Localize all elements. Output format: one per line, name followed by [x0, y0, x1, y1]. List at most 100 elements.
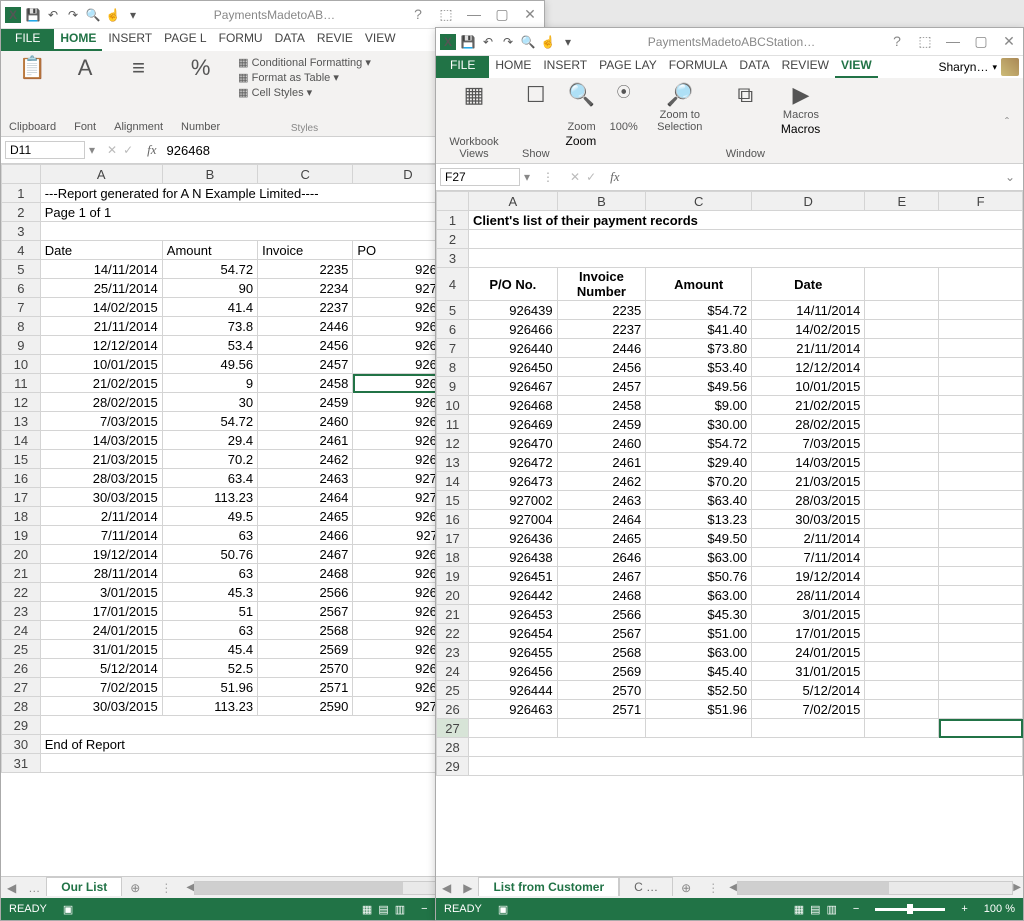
page-layout-view-icon[interactable]: ▤: [378, 903, 388, 916]
sheet-tab-active[interactable]: Our List: [46, 877, 122, 896]
save-icon[interactable]: 💾: [25, 7, 41, 23]
workbook-views-button[interactable]: ▦ Workbook Views: [442, 82, 506, 161]
qat-more-icon[interactable]: ▾: [125, 7, 141, 23]
redo-icon[interactable]: ↷: [500, 34, 516, 50]
table-row[interactable]: 269264632571$51.967/02/2015: [437, 700, 1023, 719]
percent-icon[interactable]: %: [191, 55, 211, 81]
group-font[interactable]: A Font: [72, 55, 98, 134]
qat-more-icon[interactable]: ▾: [560, 34, 576, 50]
table-row[interactable]: 189264382646$63.007/11/2014: [437, 548, 1023, 567]
macros-button[interactable]: ▶ Macros: [781, 82, 821, 122]
table-row[interactable]: 199264512467$50.7619/12/2014: [437, 567, 1023, 586]
file-tab[interactable]: FILE: [1, 29, 54, 51]
table-row[interactable]: 169270042464$13.2330/03/2015: [437, 510, 1023, 529]
zoom-selection-button[interactable]: 🔎 Zoom to Selection: [650, 82, 710, 134]
tab-page-layout[interactable]: PAGE LAY: [593, 56, 663, 78]
tab-view[interactable]: VIEW: [359, 29, 402, 51]
tab-view[interactable]: VIEW: [835, 56, 878, 78]
sheet-nav-prev-icon[interactable]: ◀: [1, 881, 22, 895]
tab-home[interactable]: HOME: [54, 29, 102, 51]
table-row[interactable]: 119264692459$30.0028/02/2015: [437, 415, 1023, 434]
table-row[interactable]: 259264442570$52.505/12/2014: [437, 681, 1023, 700]
fx-icon[interactable]: fx: [604, 169, 625, 185]
collapse-ribbon-icon[interactable]: ˆ: [997, 115, 1017, 129]
format-as-table-button[interactable]: ▦ Format as Table ▾: [238, 70, 339, 85]
client-title[interactable]: Client's list of their payment records: [469, 211, 1023, 230]
preview-icon[interactable]: 🔍: [520, 34, 536, 50]
fx-icon[interactable]: fx: [141, 142, 162, 158]
maximize-icon[interactable]: ▢: [971, 33, 991, 50]
expand-formula-icon[interactable]: ⌄: [1001, 170, 1019, 184]
touch-icon[interactable]: ☝: [540, 34, 556, 50]
tab-review[interactable]: REVIEW: [776, 56, 835, 78]
cancel-icon[interactable]: ✕: [107, 143, 117, 157]
table-row[interactable]: 139264722461$29.4014/03/2015: [437, 453, 1023, 472]
close-icon[interactable]: ✕: [520, 6, 540, 23]
table-row[interactable]: 69264662237$41.4014/02/2015: [437, 320, 1023, 339]
tab-insert[interactable]: INSERT: [537, 56, 593, 78]
redo-icon[interactable]: ↷: [65, 7, 81, 23]
sheet-tab-active[interactable]: List from Customer: [478, 877, 619, 896]
conditional-formatting-button[interactable]: ▦ Conditional Formatting ▾: [238, 55, 371, 70]
table-row[interactable]: 179264362465$49.502/11/2014: [437, 529, 1023, 548]
window-button[interactable]: ⧉ Window: [724, 82, 767, 161]
page-break-view-icon[interactable]: ▥: [827, 903, 837, 916]
zoom-out-icon[interactable]: −: [421, 903, 427, 915]
sheet-nav-next-icon[interactable]: ▶: [457, 881, 478, 895]
cancel-icon[interactable]: ✕: [570, 170, 580, 184]
zoom-slider[interactable]: [875, 908, 945, 911]
user-account[interactable]: Sharyn…▾: [934, 56, 1023, 78]
zoom-in-icon[interactable]: +: [961, 903, 967, 915]
ribbon-display-icon[interactable]: ⬚: [436, 6, 456, 23]
show-button[interactable]: ☐ Show: [520, 82, 552, 161]
font-icon[interactable]: A: [78, 55, 93, 81]
tab-data[interactable]: DATA: [269, 29, 311, 51]
sheet-nav-more-icon[interactable]: …: [22, 881, 46, 895]
table-row[interactable]: 109264682458$9.0021/02/2015: [437, 396, 1023, 415]
group-alignment[interactable]: ≡ Alignment: [112, 55, 165, 134]
zoom-button[interactable]: 🔍 Zoom: [566, 82, 598, 134]
macro-record-icon[interactable]: ▣: [498, 903, 508, 916]
zoom-100-button[interactable]: ⦿ 100%: [608, 82, 640, 134]
formula-input[interactable]: [626, 169, 1001, 186]
undo-icon[interactable]: ↶: [45, 7, 61, 23]
page-layout-view-icon[interactable]: ▤: [810, 903, 820, 916]
minimize-icon[interactable]: —: [464, 6, 484, 23]
enter-icon[interactable]: ✓: [123, 143, 133, 157]
table-row[interactable]: 229264542567$51.0017/01/2015: [437, 624, 1023, 643]
table-row[interactable]: 99264672457$49.5610/01/2015: [437, 377, 1023, 396]
minimize-icon[interactable]: —: [943, 33, 963, 50]
close-icon[interactable]: ✕: [999, 33, 1019, 50]
table-row[interactable]: 249264562569$45.4031/01/2015: [437, 662, 1023, 681]
file-tab[interactable]: FILE: [436, 56, 489, 78]
table-row[interactable]: 149264732462$70.2021/03/2015: [437, 472, 1023, 491]
normal-view-icon[interactable]: ▦: [794, 903, 804, 916]
zoom-out-icon[interactable]: −: [853, 903, 859, 915]
tab-review[interactable]: REVIE: [311, 29, 359, 51]
help-icon[interactable]: ?: [408, 6, 428, 23]
table-row[interactable]: 129264702460$54.727/03/2015: [437, 434, 1023, 453]
add-sheet-icon[interactable]: ⊕: [673, 881, 699, 895]
table-row[interactable]: 239264552568$63.0024/01/2015: [437, 643, 1023, 662]
add-sheet-icon[interactable]: ⊕: [122, 881, 148, 895]
macro-record-icon[interactable]: ▣: [63, 903, 73, 916]
normal-view-icon[interactable]: ▦: [362, 903, 372, 916]
tab-insert[interactable]: INSERT: [102, 29, 158, 51]
enter-icon[interactable]: ✓: [586, 170, 596, 184]
table-row[interactable]: 209264422468$63.0028/11/2014: [437, 586, 1023, 605]
paste-icon[interactable]: 📋: [19, 55, 46, 81]
save-icon[interactable]: 💾: [460, 34, 476, 50]
touch-icon[interactable]: ☝: [105, 7, 121, 23]
tab-page-layout[interactable]: PAGE L: [158, 29, 212, 51]
name-box[interactable]: [5, 141, 85, 159]
horizontal-scrollbar[interactable]: ◀ ▶: [727, 881, 1023, 895]
table-row[interactable]: 59264392235$54.7214/11/2014: [437, 301, 1023, 320]
name-box[interactable]: [440, 168, 520, 186]
tab-home[interactable]: HOME: [489, 56, 537, 78]
table-row[interactable]: 79264402446$73.8021/11/2014: [437, 339, 1023, 358]
cell-styles-button[interactable]: ▦ Cell Styles ▾: [238, 85, 312, 100]
spreadsheet-grid[interactable]: A B C D E F 1Client's list of their paym…: [436, 191, 1023, 876]
undo-icon[interactable]: ↶: [480, 34, 496, 50]
sheet-nav-prev-icon[interactable]: ◀: [436, 881, 457, 895]
zoom-level[interactable]: 100 %: [984, 903, 1015, 915]
